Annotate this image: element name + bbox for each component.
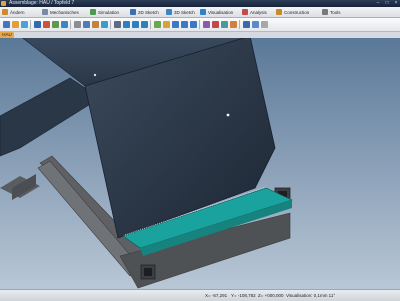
maximize-button[interactable]: □ xyxy=(383,1,391,6)
tab-simulation[interactable]: Simulation xyxy=(90,8,119,16)
line-tool-icon[interactable] xyxy=(21,21,28,28)
zoom-icon[interactable] xyxy=(172,21,179,28)
tab-mechanical[interactable]: Mechanisches xyxy=(42,8,79,16)
tab-analysis[interactable]: Analysis xyxy=(242,8,267,16)
material-icon[interactable] xyxy=(203,21,210,28)
pivot-point-icon xyxy=(226,113,230,117)
gear-icon xyxy=(42,9,48,15)
revolve-icon[interactable] xyxy=(52,21,59,28)
coord-z: Z= +000,000 xyxy=(258,293,284,298)
tab-3d-sketch[interactable]: 3D Sketch xyxy=(166,8,195,16)
sketch-tool-icon[interactable] xyxy=(12,21,19,28)
pattern-icon[interactable] xyxy=(83,21,90,28)
window-title: Assemblage: HAU / Topfeld 7 xyxy=(9,0,75,6)
view-top-icon[interactable] xyxy=(132,21,139,28)
sketch-3d-icon xyxy=(166,9,172,15)
section-icon[interactable] xyxy=(163,21,170,28)
screw-icon xyxy=(93,73,97,77)
shell-icon[interactable] xyxy=(92,21,99,28)
weld-icon[interactable] xyxy=(230,21,237,28)
visualisation-icon xyxy=(200,9,206,15)
extrude-icon[interactable] xyxy=(34,21,41,28)
minimize-button[interactable]: – xyxy=(374,1,382,6)
mesh-icon[interactable] xyxy=(221,21,228,28)
status-bar: X= -57,291 Y= -108,782 Z= +000,000 Visua… xyxy=(0,289,400,301)
title-bar: Assemblage: HAU / Topfeld 7 – □ × xyxy=(0,0,400,7)
rotate-icon[interactable] xyxy=(190,21,197,28)
coord-y: Y= -108,782 xyxy=(231,293,256,298)
measure-icon[interactable] xyxy=(114,21,121,28)
fillet-icon[interactable] xyxy=(61,21,68,28)
visualisation-status: Visualisation: 0,1mm 11° xyxy=(286,293,336,298)
ribbon-tab-bar: Ändern Mechanisches Simulation 2D Sketch… xyxy=(0,7,400,18)
tab-2d-sketch[interactable]: 2D Sketch xyxy=(130,8,159,16)
cut-icon[interactable] xyxy=(43,21,50,28)
tab-construction[interactable]: Construction xyxy=(276,8,309,16)
constraint-icon[interactable] xyxy=(252,21,259,28)
pan-icon[interactable] xyxy=(181,21,188,28)
sketch-2d-icon xyxy=(130,9,136,15)
assembly-icon[interactable] xyxy=(243,21,250,28)
plane-icon[interactable] xyxy=(101,21,108,28)
tube-opening xyxy=(144,268,152,276)
tab-tools[interactable]: Tools xyxy=(322,8,341,16)
tab-edit[interactable]: Ändern xyxy=(2,8,25,16)
view-iso-icon[interactable] xyxy=(141,21,148,28)
mirror-icon[interactable] xyxy=(74,21,81,28)
stress-icon[interactable] xyxy=(212,21,219,28)
edit-icon xyxy=(2,9,8,15)
open-icon[interactable] xyxy=(3,21,10,28)
simulation-icon xyxy=(90,9,96,15)
close-button[interactable]: × xyxy=(392,1,400,6)
tab-visualisation[interactable]: Visualisation xyxy=(200,8,233,16)
analysis-icon xyxy=(242,9,248,15)
app-logo-icon xyxy=(1,1,6,6)
tools-icon xyxy=(322,9,328,15)
construction-icon xyxy=(276,9,282,15)
ribbon-toolbar xyxy=(0,18,400,32)
view-front-icon[interactable] xyxy=(123,21,130,28)
settings-icon[interactable] xyxy=(261,21,268,28)
3d-viewport[interactable] xyxy=(0,35,400,289)
model-view xyxy=(0,35,400,289)
shading-icon[interactable] xyxy=(154,21,161,28)
coord-x: X= -57,291 xyxy=(205,293,228,298)
